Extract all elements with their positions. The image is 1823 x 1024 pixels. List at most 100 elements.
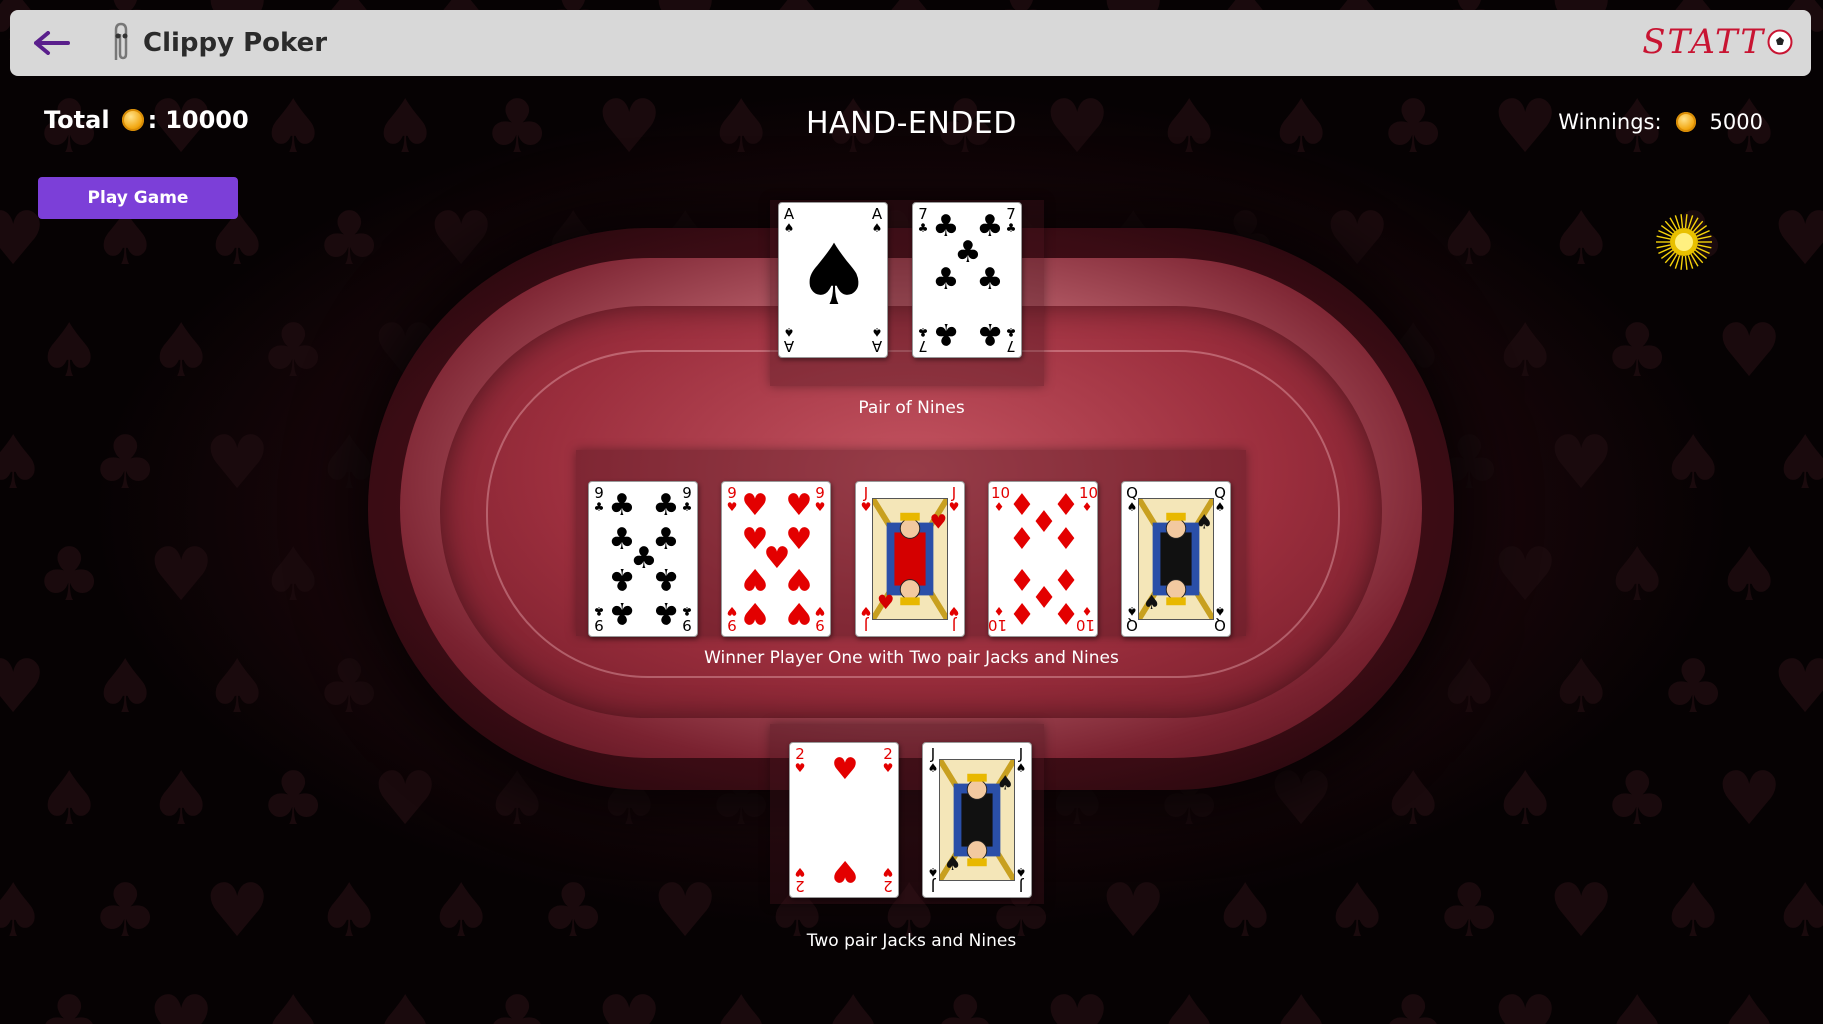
- diamonds-suit-icon: ♦: [1052, 595, 1080, 631]
- suit-pattern-glyph: ♥: [372, 756, 438, 842]
- card-corner-index: 7 ♣: [917, 205, 929, 235]
- card-corner-index: 9 ♣: [593, 604, 605, 634]
- clubs-suit-icon: ♣: [652, 595, 680, 631]
- suit-pattern-glyph: ♣: [932, 980, 998, 1024]
- suit-pattern-glyph: ♥: [148, 532, 214, 618]
- brand-logo-text: STATT: [1642, 22, 1765, 62]
- card-corner-index: 2 ♥: [794, 865, 806, 895]
- playing-card-board-10-diamonds: 10 ♦ 10 ♦ 10 ♦ 10 ♦ ♦ ♦ ♦ ♦ ♦ ♦ ♦ ♦ ♦ ♦: [988, 481, 1098, 637]
- suit-pattern-glyph: ♣: [484, 980, 550, 1024]
- suit-pattern-glyph: ♣: [36, 980, 102, 1024]
- playing-card-dealer-7-clubs: 7 ♣ 7 ♣ 7 ♣ 7 ♣ ♣ ♣ ♣ ♣ ♣ ♣ ♣: [912, 202, 1022, 358]
- svg-text:♥: ♥: [877, 591, 894, 614]
- svg-text:♠: ♠: [1195, 510, 1212, 533]
- card-corner-index: 2 ♥: [882, 745, 894, 775]
- back-button[interactable]: [32, 23, 72, 63]
- suit-pattern-glyph: ♣: [260, 308, 326, 394]
- diamonds-suit-icon: ♦: [1052, 522, 1080, 558]
- card-corner-index: 7 ♣: [917, 325, 929, 355]
- suit-pattern-glyph: ♠: [0, 420, 46, 506]
- winnings-label: Winnings:: [1558, 110, 1662, 134]
- suit-pattern-glyph: ♠: [1604, 532, 1670, 618]
- card-corner-index: J ♥: [948, 484, 960, 514]
- svg-text:♥: ♥: [929, 510, 946, 533]
- card-corner-index: 10 ♦: [991, 484, 1011, 514]
- card-corner-index: J ♠: [1015, 865, 1027, 895]
- hand-status: HAND-ENDED: [805, 106, 1017, 141]
- card-corner-index: J ♠: [1015, 745, 1027, 775]
- hearts-suit-icon: ♥: [785, 595, 813, 631]
- clubs-suit-icon: ♣: [608, 595, 636, 631]
- diamonds-suit-icon: ♦: [1008, 595, 1036, 631]
- hearts-suit-icon: ♥: [785, 487, 813, 523]
- suit-pattern-glyph: ♣: [36, 532, 102, 618]
- suit-pattern-glyph: ♠: [1436, 196, 1502, 282]
- suit-pattern-glyph: ♥: [1492, 532, 1558, 618]
- suit-pattern-glyph: ♠: [708, 980, 774, 1024]
- card-corner-index: Q ♠: [1214, 484, 1226, 514]
- face-card-art: ♠ ♠: [937, 758, 1017, 882]
- card-corner-index: 2 ♥: [794, 745, 806, 775]
- spades-suit-icon: ♠: [796, 226, 872, 324]
- clubs-suit-icon: ♣: [608, 487, 636, 523]
- brand-logo[interactable]: STATT: [1642, 22, 1793, 62]
- card-corner-index: J ♥: [948, 604, 960, 634]
- playing-card-board-Q-spades: Q ♠ Q ♠ Q ♠ Q ♠ ♠ ♠: [1121, 481, 1231, 637]
- card-corner-index: 9 ♣: [593, 484, 605, 514]
- card-corner-index: 7 ♣: [1005, 325, 1017, 355]
- suit-pattern-glyph: ♥: [1548, 420, 1614, 506]
- back-arrow-icon: [34, 31, 70, 55]
- coin-icon: [1675, 112, 1696, 132]
- suit-pattern-glyph: ♠: [1156, 980, 1222, 1024]
- paperclip-icon: [114, 22, 128, 60]
- suit-pattern-glyph: ♥: [148, 980, 214, 1024]
- svg-text:♠: ♠: [944, 852, 961, 875]
- suit-pattern-glyph: ♠: [36, 308, 102, 394]
- playing-card-board-9-clubs: 9 ♣ 9 ♣ 9 ♣ 9 ♣ ♣ ♣ ♣ ♣ ♣ ♣ ♣ ♣ ♣: [588, 481, 698, 637]
- suit-pattern-glyph: ♠: [484, 756, 550, 842]
- clubs-suit-icon: ♣: [608, 560, 636, 596]
- playing-card-player-2-hearts: 2 ♥ 2 ♥ 2 ♥ 2 ♥ ♥ ♥: [789, 742, 899, 898]
- suit-pattern-glyph: ♠: [148, 756, 214, 842]
- suit-pattern-glyph: ♠: [1492, 756, 1558, 842]
- suit-pattern-glyph: ♠: [1716, 532, 1782, 618]
- suit-pattern-glyph: ♥: [1044, 980, 1110, 1024]
- card-corner-index: 10 ♦: [988, 604, 1007, 634]
- game-screen: ♠♣♥♠♠♣♥♠♠♣♥♠♠♣♥♠♠♣♥♠♠♣♥♠♠♣♥♠♠♣♥♠♠♣♥♠♠♣♥♠…: [0, 0, 1823, 1024]
- suit-pattern-glyph: ♥: [204, 420, 270, 506]
- card-corner-index: 2 ♥: [882, 865, 894, 895]
- winnings-display: Winnings: 5000: [1558, 110, 1763, 134]
- suit-pattern-glyph: ♣: [92, 420, 158, 506]
- hearts-suit-icon: ♥: [785, 560, 813, 596]
- clubs-suit-icon: ♣: [932, 262, 960, 297]
- face-card-art: ♥ ♥: [870, 497, 950, 621]
- hearts-suit-icon: ♥: [741, 595, 769, 631]
- face-card-art: ♠ ♠: [1136, 497, 1216, 621]
- card-corner-index: A ♠: [783, 205, 795, 235]
- suit-pattern-glyph: ♥: [428, 196, 494, 282]
- card-corner-index: 9 ♥: [814, 484, 826, 514]
- suit-pattern-glyph: ♠: [372, 980, 438, 1024]
- playing-card-board-9-hearts: 9 ♥ 9 ♥ 9 ♥ 9 ♥ ♥ ♥ ♥ ♥ ♥ ♥ ♥ ♥ ♥: [721, 481, 831, 637]
- soccer-ball-icon: [1767, 29, 1793, 55]
- suit-pattern-glyph: ♠: [1492, 308, 1558, 394]
- sparkle-icon: [1656, 214, 1712, 270]
- title-bar: Clippy Poker STATT: [10, 10, 1811, 76]
- suit-pattern-glyph: ♠: [1716, 980, 1782, 1024]
- board-result: Winner Player One with Two pair Jacks an…: [704, 648, 1119, 668]
- hearts-suit-icon: ♥: [741, 487, 769, 523]
- app-title: Clippy Poker: [143, 28, 328, 58]
- suit-pattern-glyph: ♣: [316, 196, 382, 282]
- suit-pattern-glyph: ♠: [260, 980, 326, 1024]
- clubs-suit-icon: ♣: [976, 316, 1004, 352]
- playing-card-dealer-A-spades: A ♠ A ♠ A ♠ A ♠ ♠: [778, 202, 888, 358]
- playing-card-board-J-hearts: J ♥ J ♥ J ♥ J ♥ ♥ ♥: [855, 481, 965, 637]
- hearts-suit-icon: ♥: [741, 560, 769, 596]
- svg-text:♠: ♠: [1143, 591, 1160, 614]
- card-corner-index: 10 ♦: [1075, 604, 1095, 634]
- clubs-suit-icon: ♣: [976, 262, 1004, 297]
- suit-pattern-glyph: ♠: [1660, 420, 1726, 506]
- svg-text:♠: ♠: [996, 771, 1013, 794]
- play-game-button[interactable]: Play Game: [38, 177, 238, 219]
- card-corner-index: 9 ♥: [726, 484, 738, 514]
